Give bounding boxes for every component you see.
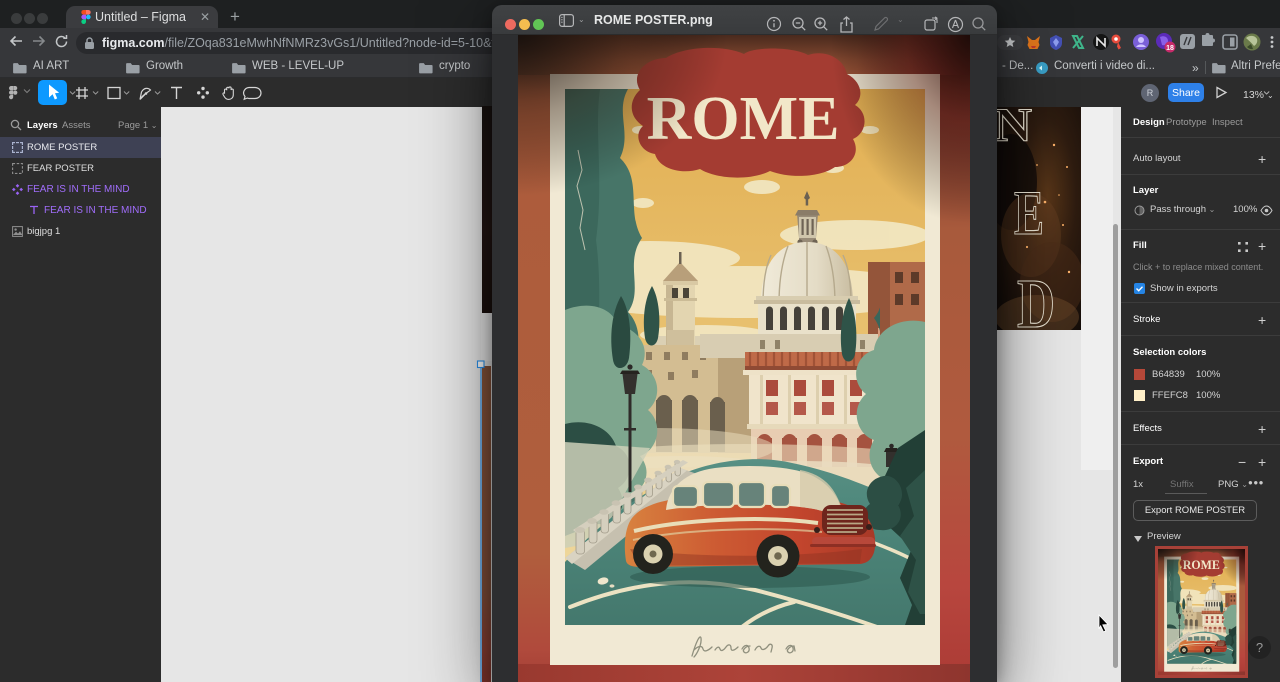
svg-text:N: N: [997, 107, 1032, 152]
svg-text:18: 18: [1166, 45, 1174, 52]
svg-text:E: E: [1014, 177, 1044, 248]
svg-text:D: D: [1017, 266, 1055, 330]
svg-text:»: »: [1192, 61, 1199, 75]
